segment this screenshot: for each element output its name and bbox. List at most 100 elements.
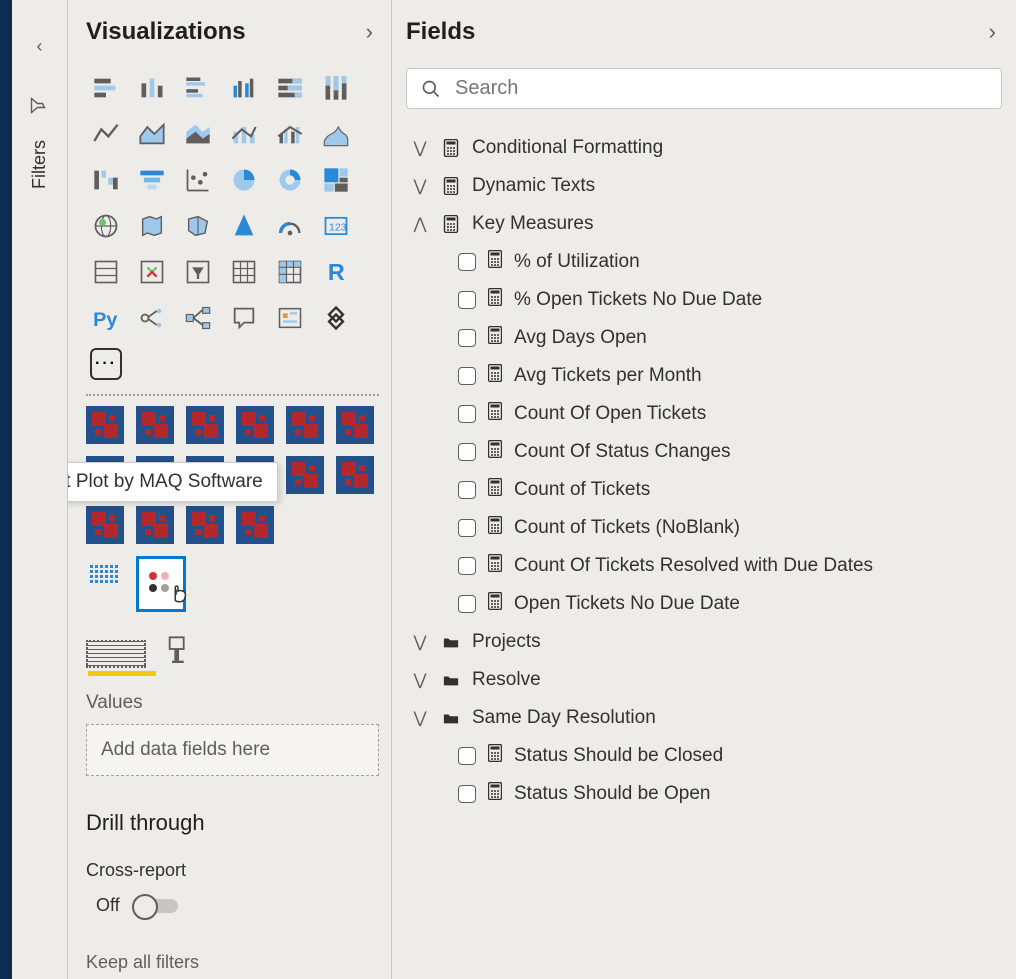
field-checkbox[interactable] <box>458 329 476 347</box>
visualizations-pane: Visualizations › 123 <box>68 0 392 979</box>
fields-well-tab[interactable] <box>86 640 146 668</box>
ribbon-chart-icon[interactable] <box>316 114 356 154</box>
fields-measure-row[interactable]: Avg Tickets per Month <box>406 357 1002 395</box>
fields-measure-row[interactable]: Status Should be Closed <box>406 737 1002 775</box>
fields-table-row[interactable]: ⋁Same Day Resolution <box>406 699 1002 737</box>
stacked-bar-chart-icon[interactable] <box>86 68 126 108</box>
get-more-visuals-icon[interactable]: ··· <box>86 344 126 384</box>
fields-table-row[interactable]: ⋁Resolve <box>406 661 1002 699</box>
fields-measure-row[interactable]: Count Of Open Tickets <box>406 395 1002 433</box>
search-icon <box>421 79 441 99</box>
100-stacked-bar-icon[interactable] <box>270 68 310 108</box>
fields-measure-label: Count Of Status Changes <box>514 441 731 463</box>
scatter-chart-icon[interactable] <box>178 160 218 200</box>
calculator-icon <box>488 250 502 274</box>
custom-viz-tile[interactable] <box>286 456 324 494</box>
stacked-column-chart-icon[interactable] <box>132 68 172 108</box>
fields-measure-row[interactable]: Count of Tickets <box>406 471 1002 509</box>
field-checkbox[interactable] <box>458 519 476 537</box>
fields-table-row[interactable]: ⋁Dynamic Texts <box>406 167 1002 205</box>
field-checkbox[interactable] <box>458 481 476 499</box>
card-icon[interactable]: 123 <box>316 206 356 246</box>
fields-measure-row[interactable]: % of Utilization <box>406 243 1002 281</box>
smart-narrative-icon[interactable] <box>270 298 310 338</box>
custom-viz-tile[interactable] <box>236 406 274 444</box>
custom-viz-tile[interactable] <box>186 406 224 444</box>
custom-viz-tile[interactable] <box>86 506 124 544</box>
funnel-chart-icon[interactable] <box>132 160 172 200</box>
azure-map-icon[interactable] <box>224 206 264 246</box>
custom-viz-tile[interactable] <box>186 506 224 544</box>
fields-measure-row[interactable]: Count Of Tickets Resolved with Due Dates <box>406 547 1002 585</box>
matrix-icon[interactable] <box>270 252 310 292</box>
decomposition-tree-icon[interactable] <box>178 298 218 338</box>
fields-table-row[interactable]: ⋁Conditional Formatting <box>406 129 1002 167</box>
map-icon[interactable] <box>86 206 126 246</box>
pie-chart-icon[interactable] <box>224 160 264 200</box>
python-visual-icon[interactable]: Py <box>86 298 126 338</box>
custom-viz-tile[interactable] <box>136 406 174 444</box>
fields-measure-row[interactable]: Status Should be Open <box>406 775 1002 813</box>
values-drop-zone[interactable]: Add data fields here <box>86 724 379 776</box>
field-checkbox[interactable] <box>458 405 476 423</box>
custom-viz-tile[interactable] <box>336 406 374 444</box>
field-checkbox[interactable] <box>458 367 476 385</box>
visualizations-collapse-chevron[interactable]: › <box>360 19 379 45</box>
cross-report-label: Cross-report <box>86 860 379 881</box>
line-clustered-column-icon[interactable] <box>270 114 310 154</box>
fields-collapse-chevron[interactable]: › <box>983 19 1002 45</box>
format-tab[interactable] <box>164 630 194 668</box>
kpi-icon[interactable] <box>132 252 172 292</box>
r-visual-icon[interactable]: R <box>316 252 356 292</box>
slicer-icon[interactable] <box>178 252 218 292</box>
field-checkbox[interactable] <box>458 253 476 271</box>
clustered-column-chart-icon[interactable] <box>224 68 264 108</box>
gauge-icon[interactable] <box>270 206 310 246</box>
cross-report-toggle[interactable] <box>134 899 178 913</box>
area-chart-icon[interactable] <box>132 114 172 154</box>
clustered-bar-chart-icon[interactable] <box>178 68 218 108</box>
table-icon[interactable] <box>224 252 264 292</box>
fields-search-box[interactable] <box>406 68 1002 109</box>
dot-plot-maq-visual-selected[interactable] <box>136 556 186 612</box>
fields-measure-label: Count Of Tickets Resolved with Due Dates <box>514 555 873 577</box>
shape-map-icon[interactable] <box>178 206 218 246</box>
visualizations-title: Visualizations <box>86 18 246 46</box>
fields-measure-row[interactable]: % Open Tickets No Due Date <box>406 281 1002 319</box>
calculator-icon <box>488 364 502 388</box>
line-stacked-column-icon[interactable] <box>224 114 264 154</box>
donut-chart-icon[interactable] <box>270 160 310 200</box>
fields-table-row[interactable]: ⋀Key Measures <box>406 205 1002 243</box>
field-checkbox[interactable] <box>458 557 476 575</box>
field-checkbox[interactable] <box>458 595 476 613</box>
stacked-area-chart-icon[interactable] <box>178 114 218 154</box>
filters-expand-chevron[interactable]: ‹ <box>37 36 43 57</box>
fields-measure-row[interactable]: Open Tickets No Due Date <box>406 585 1002 623</box>
filled-map-icon[interactable] <box>132 206 172 246</box>
paginated-report-icon[interactable] <box>316 298 356 338</box>
key-influencers-icon[interactable] <box>132 298 172 338</box>
qa-visual-icon[interactable] <box>224 298 264 338</box>
fields-search-input[interactable] <box>455 77 987 100</box>
custom-viz-tile[interactable] <box>136 506 174 544</box>
multi-row-card-icon[interactable] <box>86 252 126 292</box>
field-checkbox[interactable] <box>458 443 476 461</box>
line-chart-icon[interactable] <box>86 114 126 154</box>
custom-viz-tile[interactable] <box>336 456 374 494</box>
fields-measure-row[interactable]: Count Of Status Changes <box>406 433 1002 471</box>
waterfall-chart-icon[interactable] <box>86 160 126 200</box>
100-stacked-column-icon[interactable] <box>316 68 356 108</box>
treemap-icon[interactable] <box>316 160 356 200</box>
custom-viz-dotted-tile[interactable] <box>86 556 122 592</box>
fields-measure-row[interactable]: Count of Tickets (NoBlank) <box>406 509 1002 547</box>
chevron-up-icon: ⋀ <box>410 214 430 234</box>
calculator-icon <box>488 554 502 578</box>
custom-viz-tile[interactable] <box>286 406 324 444</box>
field-checkbox[interactable] <box>458 785 476 803</box>
custom-viz-tile[interactable] <box>236 506 274 544</box>
fields-table-row[interactable]: ⋁Projects <box>406 623 1002 661</box>
field-checkbox[interactable] <box>458 291 476 309</box>
custom-viz-tile[interactable] <box>86 406 124 444</box>
field-checkbox[interactable] <box>458 747 476 765</box>
fields-measure-row[interactable]: Avg Days Open <box>406 319 1002 357</box>
